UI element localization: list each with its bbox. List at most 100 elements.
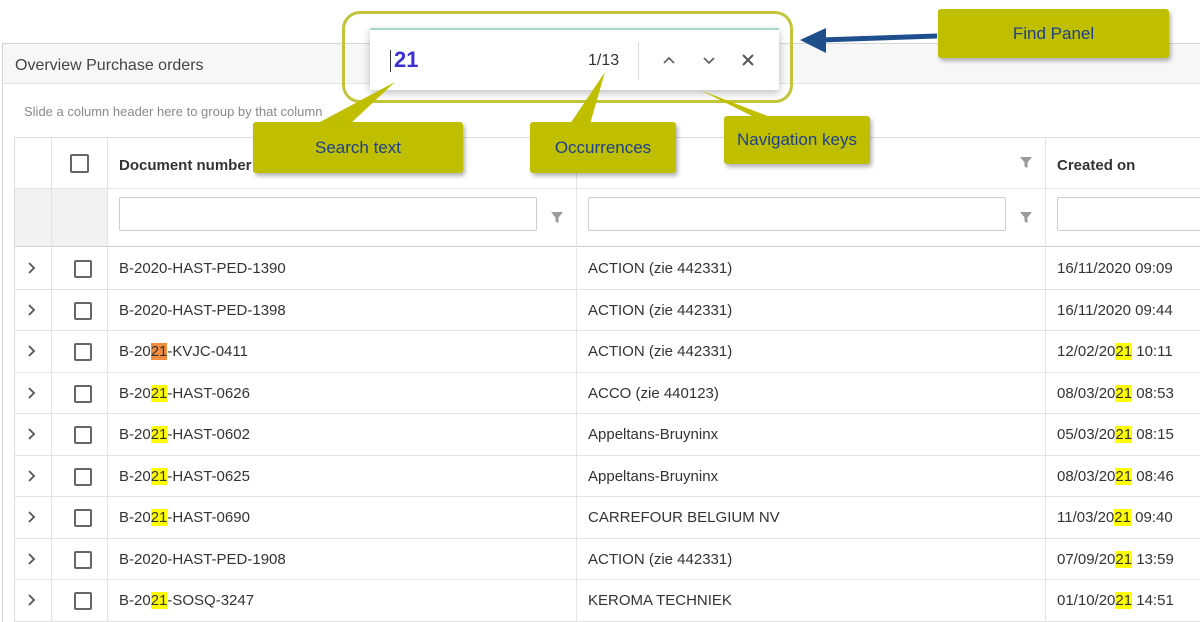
chevron-right-icon[interactable] [25,344,39,358]
column-header-created-on[interactable]: Created on [1046,138,1200,188]
cell-document-number[interactable]: B-2020-HAST-PED-1390 [108,248,577,289]
cell-document-number[interactable]: B-2021-HAST-0626 [108,372,577,413]
table-row[interactable]: B-2021-HAST-0626 ACCO (zie 440123) 08/03/2… [15,372,1200,414]
table-row[interactable]: B-2020-HAST-PED-1390 ACTION (zie 442331) 1… [15,248,1200,290]
cell-text-part: 12/02/20 [1057,343,1116,360]
text-caret [390,50,391,72]
match-highlight: 21 [1115,426,1133,443]
select-cell [52,538,108,579]
filter-cell-created-on [1046,189,1200,246]
cell-text-part: 10:11 [1132,343,1173,360]
find-search-input[interactable]: 21 [394,47,418,73]
document-number-text: B-2020-HAST-PED-1390 [119,260,286,277]
row-checkbox[interactable] [74,509,92,527]
cell-created-on[interactable]: 08/03/2021 08:53 [1046,373,1200,414]
filter-icon[interactable] [1020,212,1032,224]
filter-icon[interactable] [551,212,563,224]
chevron-right-icon[interactable] [25,469,39,483]
cell-document-number[interactable]: B-2020-HAST-PED-1908 [108,538,577,579]
cell-document-number[interactable]: B-2021-KVJC-0411 [108,331,577,372]
grid-filter-row [15,189,1200,247]
filter-input-supplier[interactable] [588,197,1006,231]
chevron-right-icon[interactable] [25,593,39,607]
chevron-up-icon[interactable] [659,50,679,70]
row-checkbox[interactable] [74,592,92,610]
supplier-text: ACTION (zie 442331) [588,343,733,360]
row-checkbox[interactable] [74,343,92,361]
cell-supplier[interactable]: ACTION (zie 442331) [577,248,1046,289]
cell-text-part: 08:15 [1132,426,1174,443]
cell-created-on[interactable]: 12/02/2021 10:11 [1046,331,1200,372]
cell-created-on[interactable]: 07/09/2021 13:59 [1046,539,1200,580]
row-checkbox[interactable] [74,467,92,486]
filter-input-created-on[interactable] [1057,197,1200,231]
table-row[interactable]: B-2021-HAST-0690 CARREFOUR BELGIUM NV 11/0… [15,497,1200,539]
expand-cell [15,289,52,330]
table-row[interactable]: B-2020-HAST-PED-1398 ACTION (zie 442331) 1… [15,289,1200,331]
expand-cell [15,331,52,372]
cell-created-on[interactable]: 16/11/2020 09:09 [1046,248,1200,289]
chevron-right-icon[interactable] [25,386,39,400]
expand-cell [15,414,52,455]
cell-supplier[interactable]: KEROMA TECHNIEK [577,580,1046,621]
table-row[interactable]: B-2021-HAST-0625 Appeltans-Bruyninx 08/03/… [15,455,1200,497]
cell-created-on[interactable]: 16/11/2020 09:44 [1046,290,1200,331]
cell-text-part: B-20 [119,509,151,526]
table-row[interactable]: B-2021-HAST-0602 Appeltans-Bruyninx 05/03/… [15,414,1200,456]
chevron-right-icon[interactable] [25,510,39,524]
match-highlight: 21 [1115,343,1133,360]
cell-created-on[interactable]: 05/03/2021 08:15 [1046,414,1200,455]
current-match-highlight: 21 [150,343,168,360]
cell-text-part: B-20 [119,426,151,443]
chevron-down-icon[interactable] [699,50,719,70]
cell-supplier[interactable]: ACTION (zie 442331) [577,331,1046,372]
table-row[interactable]: B-2020-HAST-PED-1908 ACTION (zie 442331) 0… [15,538,1200,580]
expand-cell [15,580,52,621]
row-checkbox[interactable] [74,426,92,444]
match-highlight: 21 [1115,467,1133,485]
chevron-right-icon[interactable] [25,552,39,566]
cell-supplier[interactable]: ACTION (zie 442331) [577,289,1046,330]
supplier-text: ACTION (zie 442331) [588,260,733,277]
cell-supplier[interactable]: CARREFOUR BELGIUM NV [577,497,1046,538]
cell-document-number[interactable]: B-2021-HAST-0690 [108,497,577,538]
cell-document-number[interactable]: B-2021-SOSQ-3247 [108,580,577,621]
cell-document-number[interactable]: B-2021-HAST-0625 [108,455,577,496]
cell-supplier[interactable]: Appeltans-Bruyninx [577,414,1046,455]
cell-document-number[interactable]: B-2021-HAST-0602 [108,414,577,455]
cell-supplier[interactable]: ACCO (zie 440123) [577,372,1046,413]
cell-text-part: B-20 [119,467,151,485]
created-on-text: 01/10/2021 14:51 [1057,592,1174,609]
document-number-text: B-2021-HAST-0625 [119,467,250,485]
document-number-text: B-2021-KVJC-0411 [119,343,248,360]
table-row[interactable]: B-2021-KVJC-0411 ACTION (zie 442331) 12/02… [15,331,1200,373]
cell-created-on[interactable]: 01/10/2021 14:51 [1046,580,1200,621]
cell-text-part: 11/03/20 [1057,509,1115,526]
chevron-right-icon[interactable] [25,427,39,441]
cell-created-on[interactable]: 08/03/2021 08:46 [1046,456,1200,497]
cell-supplier[interactable]: ACTION (zie 442331) [577,538,1046,579]
row-checkbox[interactable] [74,550,92,569]
expand-header-cell [15,138,52,188]
row-checkbox[interactable] [74,260,92,278]
cell-supplier[interactable]: Appeltans-Bruyninx [577,455,1046,496]
cell-document-number[interactable]: B-2020-HAST-PED-1398 [108,289,577,330]
chevron-right-icon[interactable] [25,261,39,275]
select-cell [52,372,108,413]
filter-icon[interactable] [1020,157,1032,169]
supplier-text: Appeltans-Bruyninx [588,467,719,485]
group-panel-hint[interactable]: Slide a column header here to group by t… [24,104,322,119]
row-checkbox[interactable] [74,384,92,403]
select-all-checkbox[interactable] [70,154,89,173]
filter-input-document-number[interactable] [119,197,537,231]
chevron-right-icon[interactable] [25,303,39,317]
filter-spacer-cell [15,189,52,246]
created-on-text: 12/02/2021 10:11 [1057,343,1173,360]
table-row[interactable]: B-2021-SOSQ-3247 KEROMA TECHNIEK 01/10/202… [15,580,1200,622]
match-highlight: 21 [150,384,168,402]
row-checkbox[interactable] [74,301,92,320]
close-icon[interactable] [738,50,758,70]
cell-created-on[interactable]: 11/03/2021 09:40 [1046,497,1200,538]
cell-text-part: -HAST-0626 [167,384,250,402]
expand-cell [15,538,52,579]
